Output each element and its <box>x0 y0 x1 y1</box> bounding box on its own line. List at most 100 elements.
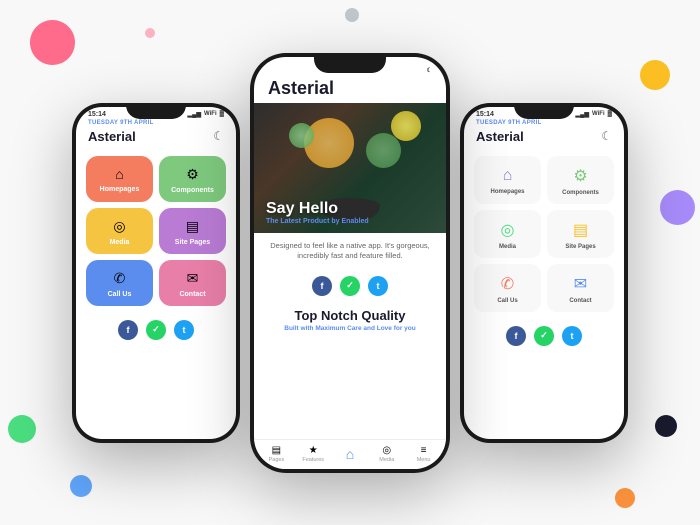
label-media-left: Media <box>110 239 130 246</box>
label-sitepages-right: Site Pages <box>565 244 595 250</box>
card-sitepages-left[interactable]: ▤ Site Pages <box>159 208 226 254</box>
card-contact-left[interactable]: ✉ Contact <box>159 260 226 306</box>
phones-container: 15:14 ▂▄▆ WiFi ▓ TUESDAY 9TH APRIL Aster… <box>0 0 700 525</box>
moon-center: ☾ <box>427 67 432 74</box>
icon-grid-right: ⌂ Homepages ⚙ Components ◎ Media ▤ Site … <box>464 150 624 318</box>
whatsapp-btn-left[interactable]: ✓ <box>146 320 166 340</box>
app-title-right: Asterial <box>476 129 524 144</box>
date-right: TUESDAY 9TH APRIL <box>464 120 624 126</box>
hero-subtitle: The Latest Product by Enabled <box>266 218 434 225</box>
label-media-right: Media <box>499 244 516 250</box>
card-contact-right[interactable]: ✉ Contact <box>547 264 614 312</box>
twitter-btn-right[interactable]: t <box>562 326 582 346</box>
label-homepages-right: Homepages <box>490 189 524 195</box>
battery-right: ▓ <box>608 111 612 117</box>
battery-left: ▓ <box>220 111 224 117</box>
section-subtitle-center: Built with Maximum Care and Love for you <box>254 325 446 338</box>
icon-media-left: ◎ <box>113 218 125 235</box>
card-homepages-right[interactable]: ⌂ Homepages <box>474 156 541 204</box>
tab-media[interactable]: ◎ Media <box>368 445 405 463</box>
tab-pages[interactable]: ▤ Pages <box>258 445 295 463</box>
icon-components-left: ⚙ <box>186 166 199 183</box>
moon-icon-right: ☾ <box>601 129 612 143</box>
signal-left: ▂▄▆ <box>188 111 201 118</box>
social-row-center: f ✓ t <box>254 268 446 304</box>
date-left: TUESDAY 9TH APRIL <box>76 120 236 126</box>
tab-icon-menu: ≡ <box>421 445 427 456</box>
tab-icon-media: ◎ <box>382 445 391 456</box>
app-title-center: Asterial <box>268 78 334 99</box>
app-header-left: Asterial ☾ <box>76 127 236 150</box>
moon-icon-left: ☾ <box>213 129 224 143</box>
tab-menu[interactable]: ≡ Menu <box>405 445 442 463</box>
card-media-left[interactable]: ◎ Media <box>86 208 153 254</box>
label-callus-right: Call Us <box>497 298 517 304</box>
hero-overlay: Say Hello The Latest Product by Enabled <box>254 192 446 233</box>
food-decor-2 <box>289 123 314 148</box>
card-callus-right[interactable]: ✆ Call Us <box>474 264 541 312</box>
tab-label-menu: Menu <box>417 457 431 463</box>
label-components-right: Components <box>562 190 599 196</box>
whatsapp-btn-right[interactable]: ✓ <box>534 326 554 346</box>
status-icons-center: ☾ <box>427 67 432 74</box>
hero-title: Say Hello <box>266 200 434 218</box>
label-contact-left: Contact <box>179 291 205 298</box>
tab-icon-home: ⌂ <box>346 446 354 462</box>
notch-center <box>314 53 386 73</box>
facebook-btn-right[interactable]: f <box>506 326 526 346</box>
screen-right: 15:14 ▂▄▆ WiFi ▓ TUESDAY 9TH APRIL Aster… <box>464 107 624 439</box>
tab-icon-pages: ▤ <box>272 445 281 456</box>
tab-features[interactable]: ★ Features <box>295 445 332 463</box>
label-homepages-left: Homepages <box>100 186 140 193</box>
twitter-btn-left[interactable]: t <box>174 320 194 340</box>
card-callus-left[interactable]: ✆ Call Us <box>86 260 153 306</box>
card-sitepages-right[interactable]: ▤ Site Pages <box>547 210 614 258</box>
tab-icon-features: ★ <box>309 445 318 456</box>
app-header-right: Asterial ☾ <box>464 127 624 150</box>
tab-label-pages: Pages <box>269 457 285 463</box>
status-icons-left: ▂▄▆ WiFi ▓ <box>188 111 224 118</box>
label-callus-left: Call Us <box>108 291 132 298</box>
card-components-right[interactable]: ⚙ Components <box>547 156 614 204</box>
facebook-btn-left[interactable]: f <box>118 320 138 340</box>
hero-image-center: Say Hello The Latest Product by Enabled <box>254 103 446 233</box>
tab-label-media: Media <box>379 457 394 463</box>
icon-components-right: ⚙ <box>573 166 587 186</box>
label-contact-right: Contact <box>569 298 591 304</box>
label-sitepages-left: Site Pages <box>175 239 210 246</box>
card-media-right[interactable]: ◎ Media <box>474 210 541 258</box>
social-row-left: f ✓ t <box>76 312 236 348</box>
wifi-left: WiFi <box>204 111 217 117</box>
description-center: Designed to feel like a native app. It's… <box>254 233 446 268</box>
wifi-right: WiFi <box>592 111 605 117</box>
notch-right <box>514 103 574 119</box>
section-title-center: Top Notch Quality <box>254 304 446 325</box>
card-components-left[interactable]: ⚙ Components <box>159 156 226 202</box>
icon-sitepages-right: ▤ <box>573 220 588 240</box>
icon-callus-left: ✆ <box>114 270 126 287</box>
status-icons-right: ▂▄▆ WiFi ▓ <box>576 111 612 118</box>
whatsapp-btn-center[interactable]: ✓ <box>340 276 360 296</box>
tab-bar-center: ▤ Pages ★ Features ⌂ ◎ Media ≡ Menu <box>254 439 446 469</box>
app-header-center: Asterial <box>254 76 446 103</box>
twitter-btn-center[interactable]: t <box>368 276 388 296</box>
tab-home-active[interactable]: ⌂ <box>332 446 369 463</box>
icon-grid-left: ⌂ Homepages ⚙ Components ◎ Media ▤ Site … <box>76 150 236 312</box>
card-homepages-left[interactable]: ⌂ Homepages <box>86 156 153 202</box>
screen-center: ☾ Asterial Say Hello The Latest Product … <box>254 57 446 469</box>
label-components-left: Components <box>171 187 214 194</box>
facebook-btn-center[interactable]: f <box>312 276 332 296</box>
food-decor-1 <box>391 111 421 141</box>
phone-left: 15:14 ▂▄▆ WiFi ▓ TUESDAY 9TH APRIL Aster… <box>72 103 240 443</box>
tab-label-features: Features <box>302 457 324 463</box>
icon-contact-right: ✉ <box>574 274 587 294</box>
phone-center: ☾ Asterial Say Hello The Latest Product … <box>250 53 450 473</box>
phone-right: 15:14 ▂▄▆ WiFi ▓ TUESDAY 9TH APRIL Aster… <box>460 103 628 443</box>
icon-sitepages-left: ▤ <box>186 218 199 235</box>
time-right: 15:14 <box>476 111 494 118</box>
icon-media-right: ◎ <box>501 220 515 240</box>
signal-right: ▂▄▆ <box>576 111 589 118</box>
social-row-right: f ✓ t <box>464 318 624 354</box>
notch-left <box>126 103 186 119</box>
app-title-left: Asterial <box>88 129 136 144</box>
